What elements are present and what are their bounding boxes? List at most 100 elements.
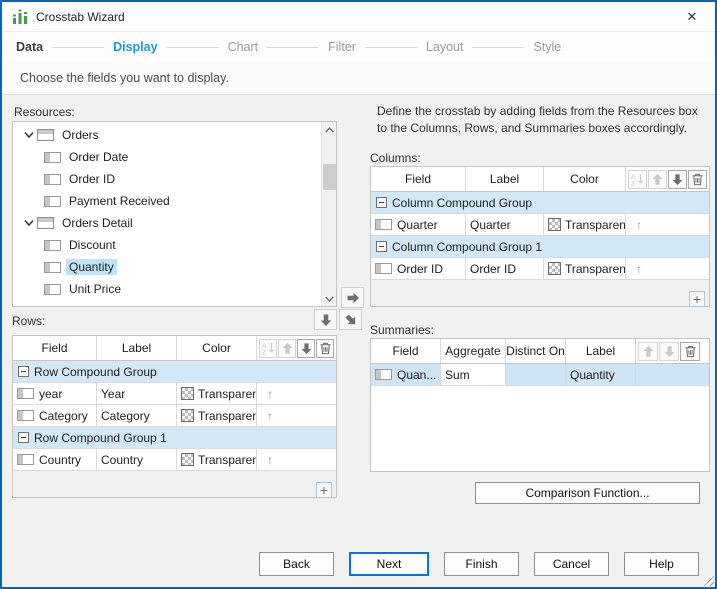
wizard-body: Resources: Orders Order Date Order ID Pa… bbox=[2, 95, 715, 541]
table-icon bbox=[37, 129, 54, 141]
add-column-icon[interactable]: + bbox=[689, 290, 705, 307]
column-header-color: Color bbox=[177, 336, 257, 360]
move-up-icon[interactable] bbox=[648, 169, 667, 189]
wizard-subtitle: Choose the fields you want to display. bbox=[2, 62, 715, 95]
step-data[interactable]: Data bbox=[16, 40, 43, 54]
delete-icon[interactable] bbox=[316, 338, 334, 358]
move-up-icon[interactable] bbox=[278, 338, 296, 358]
column-header-field: Field bbox=[371, 167, 466, 191]
field-icon bbox=[44, 261, 61, 273]
step-chart[interactable]: Chart bbox=[228, 40, 259, 54]
summaries-row-quantity[interactable]: Quan... Sum Quantity bbox=[371, 364, 709, 386]
column-header-field: Field bbox=[13, 336, 97, 360]
add-to-columns-button[interactable] bbox=[341, 287, 364, 308]
transparent-swatch-icon[interactable] bbox=[548, 262, 561, 275]
step-filter[interactable]: Filter bbox=[328, 40, 356, 54]
sort-az-icon[interactable]: AZ bbox=[259, 338, 277, 358]
chevron-down-icon[interactable] bbox=[23, 219, 35, 227]
step-style[interactable]: Style bbox=[533, 40, 561, 54]
scroll-down-icon[interactable] bbox=[322, 291, 336, 306]
column-header-label: Label bbox=[97, 336, 177, 360]
columns-table-footer: + bbox=[371, 280, 709, 307]
columns-field-row-order-id[interactable]: Order ID Order ID Transparent ↑ bbox=[371, 258, 709, 280]
tree-item-orders[interactable]: Orders bbox=[13, 124, 321, 146]
tree-item-order-id[interactable]: Order ID bbox=[13, 168, 321, 190]
rows-field-row-category[interactable]: Category Category Transparent ↑ bbox=[13, 405, 336, 427]
field-icon bbox=[17, 454, 34, 465]
transparent-swatch-icon[interactable] bbox=[181, 453, 194, 466]
sort-ascending-icon[interactable]: ↑ bbox=[630, 262, 642, 276]
column-group-header[interactable]: Column Compound Group 1 bbox=[371, 236, 709, 258]
add-to-summaries-button[interactable] bbox=[339, 309, 362, 330]
scroll-up-icon[interactable] bbox=[322, 122, 336, 137]
tree-item-payment-received[interactable]: Payment Received bbox=[13, 190, 321, 212]
sort-ascending-icon[interactable]: ↑ bbox=[630, 218, 642, 232]
finish-button[interactable]: Finish bbox=[444, 552, 519, 576]
collapse-minus-icon[interactable] bbox=[18, 366, 29, 377]
add-row-icon[interactable]: + bbox=[316, 481, 332, 498]
table-icon bbox=[37, 217, 54, 229]
step-display[interactable]: Display bbox=[113, 40, 157, 54]
field-icon bbox=[44, 195, 61, 207]
rows-table-header: Field Label Color AZ bbox=[13, 336, 336, 361]
help-button[interactable]: Help bbox=[624, 552, 699, 576]
columns-field-row-quarter[interactable]: Quarter Quarter Transparent ↑ bbox=[371, 214, 709, 236]
move-up-icon[interactable] bbox=[638, 341, 658, 361]
field-icon bbox=[44, 239, 61, 251]
crosstab-chart-icon bbox=[12, 9, 28, 25]
cancel-button[interactable]: Cancel bbox=[534, 552, 609, 576]
step-layout[interactable]: Layout bbox=[426, 40, 464, 54]
collapse-minus-icon[interactable] bbox=[376, 197, 387, 208]
aggregate-cell[interactable]: Sum bbox=[441, 364, 506, 385]
transparent-swatch-icon[interactable] bbox=[181, 409, 194, 422]
columns-table-header: Field Label Color AZ bbox=[371, 167, 709, 192]
crosstab-wizard-dialog: Crosstab Wizard ✕ Data Display Chart Fil… bbox=[0, 0, 717, 589]
columns-table: Field Label Color AZ Column Compound Gro… bbox=[370, 166, 710, 307]
row-group-header[interactable]: Row Compound Group 1 bbox=[13, 427, 336, 449]
tree-item-order-date[interactable]: Order Date bbox=[13, 146, 321, 168]
next-button[interactable]: Next bbox=[349, 552, 429, 576]
wizard-steps: Data Display Chart Filter Layout Style bbox=[2, 32, 715, 62]
title-bar: Crosstab Wizard ✕ bbox=[2, 2, 715, 32]
move-down-icon[interactable] bbox=[668, 169, 687, 189]
delete-icon[interactable] bbox=[688, 169, 707, 189]
distinct-on-cell[interactable] bbox=[506, 364, 566, 385]
field-icon bbox=[375, 263, 392, 274]
back-button[interactable]: Back bbox=[259, 552, 334, 576]
collapse-minus-icon[interactable] bbox=[18, 432, 29, 443]
row-group-header[interactable]: Row Compound Group bbox=[13, 361, 336, 383]
chevron-down-icon[interactable] bbox=[23, 131, 35, 139]
column-group-header[interactable]: Column Compound Group bbox=[371, 192, 709, 214]
collapse-minus-icon[interactable] bbox=[376, 241, 387, 252]
transparent-swatch-icon[interactable] bbox=[181, 387, 194, 400]
sort-ascending-icon[interactable]: ↑ bbox=[261, 387, 273, 401]
summaries-table-header: Field Aggregate Distinct On Label bbox=[371, 339, 709, 364]
summaries-table: Field Aggregate Distinct On Label Quan..… bbox=[370, 338, 710, 472]
rows-field-row-year[interactable]: year Year Transparent ↑ bbox=[13, 383, 336, 405]
summaries-label: Summaries: bbox=[370, 323, 435, 337]
transparent-swatch-icon[interactable] bbox=[548, 218, 561, 231]
move-down-icon[interactable] bbox=[659, 341, 679, 361]
add-to-rows-button[interactable] bbox=[314, 309, 337, 330]
column-header-field: Field bbox=[371, 339, 441, 363]
sort-ascending-icon[interactable]: ↑ bbox=[261, 453, 273, 467]
summary-label-cell[interactable]: Quantity bbox=[566, 364, 636, 385]
column-header-color: Color bbox=[544, 167, 626, 191]
tree-scrollbar[interactable] bbox=[321, 122, 336, 306]
scrollbar-thumb[interactable] bbox=[323, 164, 336, 190]
close-icon[interactable]: ✕ bbox=[679, 5, 705, 29]
delete-icon[interactable] bbox=[680, 341, 700, 361]
tree-item-quantity[interactable]: Quantity bbox=[13, 256, 321, 278]
rows-field-row-country[interactable]: Country Country Transparent ↑ bbox=[13, 449, 336, 471]
dialog-footer: Back Next Finish Cancel Help bbox=[2, 541, 715, 587]
move-down-icon[interactable] bbox=[297, 338, 315, 358]
step-divider bbox=[166, 46, 219, 48]
tree-item-discount[interactable]: Discount bbox=[13, 234, 321, 256]
summaries-empty-area bbox=[371, 386, 709, 471]
sort-az-icon[interactable]: AZ bbox=[628, 169, 647, 189]
tree-item-orders-detail[interactable]: Orders Detail bbox=[13, 212, 321, 234]
comparison-function-button[interactable]: Comparison Function... bbox=[475, 482, 700, 504]
sort-ascending-icon[interactable]: ↑ bbox=[261, 409, 273, 423]
resources-label: Resources: bbox=[14, 105, 75, 119]
tree-item-unit-price[interactable]: Unit Price bbox=[13, 278, 321, 300]
